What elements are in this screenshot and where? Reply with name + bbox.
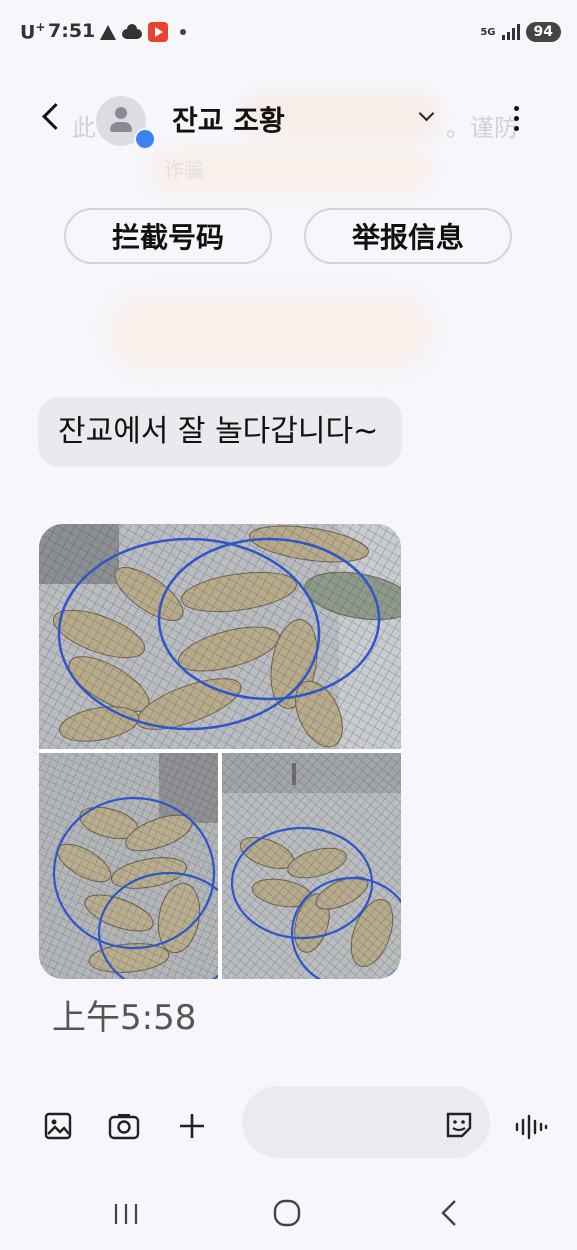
status-bar: U+ 7:51 5G 94 [0,0,577,64]
video-app-icon [148,22,168,42]
spam-warning-text-right: 。谨防 [446,114,518,142]
message-composer [0,1084,577,1164]
system-nav-bar [0,1180,577,1250]
redaction-blur [110,296,430,366]
voice-icon[interactable] [514,1114,548,1144]
image-icon[interactable] [44,1112,72,1144]
signal-icon [501,24,520,40]
recents-icon[interactable] [112,1202,140,1230]
fish-photo-large[interactable] [39,524,401,749]
photo-attachment-grid[interactable] [39,524,401,979]
report-message-button[interactable]: 举报信息 [304,208,512,264]
warning-icon [100,24,116,40]
message-timestamp: 上午5:58 [52,998,197,1038]
back-nav-icon[interactable] [438,1198,460,1232]
block-number-button[interactable]: 拦截号码 [64,208,272,264]
camera-icon[interactable] [108,1112,140,1144]
fish-photo-bottom-right[interactable] [222,753,401,979]
contact-name[interactable]: 잔교 조황 [172,99,285,139]
fish-photo-bottom-left[interactable] [39,753,218,979]
battery-icon: 94 [525,22,561,42]
spam-warning-subtext: 诈骗 [164,158,204,182]
status-dot-icon [134,128,156,150]
network-type-label: 5G [480,26,496,38]
home-icon[interactable] [272,1198,302,1232]
back-icon[interactable] [42,103,69,130]
status-time: 7:51 [48,20,96,42]
message-bubble[interactable]: 잔교에서 잘 놀다갑니다~ [38,397,402,467]
notification-dot-icon [180,29,186,35]
plus-icon[interactable] [178,1112,206,1144]
sticker-icon[interactable] [444,1110,474,1144]
conversation-header: 此 息 。谨防 诈骗 잔교 조황 [0,86,577,190]
carrier-label: U+ [20,20,46,44]
more-options-icon[interactable] [514,106,520,136]
cloud-icon [122,23,142,39]
